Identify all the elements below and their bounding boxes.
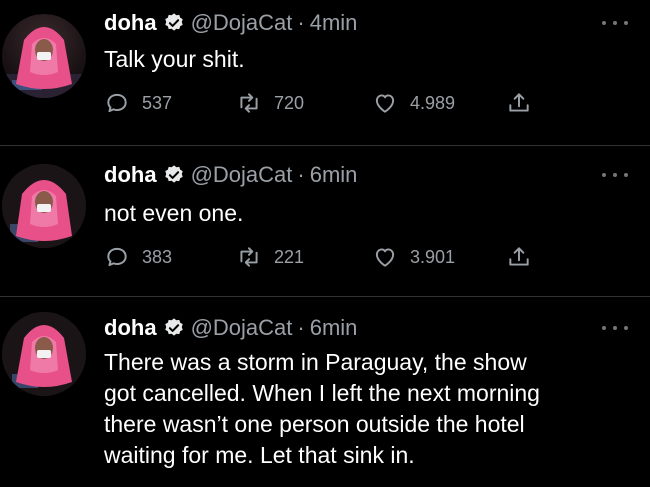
tweet-actions: 537 720 4.989 [104,90,564,118]
like-count: 3.901 [410,246,456,267]
avatar[interactable] [2,312,86,396]
heart-icon [375,94,395,113]
tweet-text-line: There was a storm in Paraguay, the show [104,349,527,375]
tweet-feed: doha @DojaCat · 4min Talk your shit. 537… [0,0,650,487]
timestamp[interactable]: 6min [310,315,358,341]
retweet-count: 221 [274,246,305,267]
reply-bubble-icon [107,247,127,267]
verified-badge-icon [163,164,185,186]
timestamp[interactable]: 4min [310,10,358,36]
retweet-button[interactable]: 221 [236,244,304,270]
timestamp[interactable]: 6min [310,162,358,188]
tweet-text: There was a storm in Paraguay, the show … [104,347,624,471]
display-name[interactable]: doha [104,10,157,36]
tweet[interactable]: doha @DojaCat · 6min There was a storm i… [0,297,650,487]
retweet-arrows-icon [240,93,258,113]
tweet-text-line: got cancelled. When I left the next morn… [104,380,540,406]
display-name[interactable]: doha [104,162,157,188]
share-upload-icon [509,93,529,112]
retweet-button[interactable]: 720 [236,90,304,116]
share-upload-icon [509,247,529,266]
more-dots-icon[interactable] [602,18,628,28]
verified-badge-icon [163,12,185,34]
separator-dot: · [297,10,305,35]
like-button[interactable]: 3.901 [372,244,455,270]
tweet-text-line: waiting for me. Let that sink in. [104,442,415,468]
share-button[interactable] [506,90,532,116]
user-handle[interactable]: @DojaCat [191,315,293,341]
tweet[interactable]: doha @DojaCat · 6min not even one. 383 2… [0,146,650,296]
avatar[interactable] [2,14,86,98]
tweet-text: Talk your shit. [104,46,245,72]
separator-dot: · [297,315,305,340]
reply-button[interactable]: 383 [104,244,172,270]
retweet-count: 720 [274,92,305,113]
tweet-actions: 383 221 3.901 [104,244,564,272]
user-handle[interactable]: @DojaCat [191,10,293,36]
reply-button[interactable]: 537 [104,90,172,116]
heart-icon [375,248,395,267]
display-name[interactable]: doha [104,315,157,341]
like-button[interactable]: 4.989 [372,90,455,116]
reply-bubble-icon [107,93,127,113]
user-handle[interactable]: @DojaCat [191,162,293,188]
separator-dot: · [297,162,305,187]
more-dots-icon[interactable] [602,323,628,333]
retweet-arrows-icon [240,247,258,267]
reply-count: 383 [142,246,173,267]
share-button[interactable] [506,244,532,270]
reply-count: 537 [142,92,173,113]
tweet-text: not even one. [104,200,244,226]
verified-badge-icon [163,317,185,339]
more-dots-icon[interactable] [602,170,628,180]
avatar[interactable] [2,164,86,248]
tweet-text-line: there wasn’t one person outside the hote… [104,411,525,437]
tweet[interactable]: doha @DojaCat · 4min Talk your shit. 537… [0,0,650,150]
like-count: 4.989 [410,92,456,113]
